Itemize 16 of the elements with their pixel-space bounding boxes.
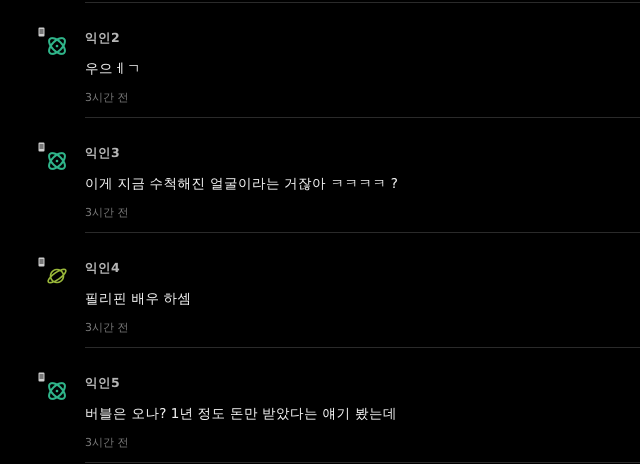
phone-icon — [38, 257, 45, 267]
comment-time: 3시간 전 — [85, 435, 130, 451]
author-name: 익인3 — [85, 144, 121, 162]
comment-text: 버블은 오나? 1년 정도 돈만 받았다는 얘기 봤는데 — [85, 405, 398, 424]
comment-time: 3시간 전 — [85, 90, 130, 106]
author-name: 익인2 — [85, 29, 121, 47]
phone-icon — [38, 27, 45, 37]
comment-text: 우으ㅔㄱ — [85, 60, 142, 79]
comment-time: 3시간 전 — [85, 320, 130, 336]
author-name: 익인5 — [85, 374, 121, 392]
comment-text: 필리핀 배우 하셈 — [85, 290, 193, 309]
phone-icon — [38, 142, 45, 152]
comment-text: 이게 지금 수척해진 얼굴이라는 거잖아 ㅋㅋㅋㅋ ? — [85, 175, 399, 194]
comment-time: 3시간 전 — [85, 205, 130, 221]
phone-icon — [38, 372, 45, 382]
author-name: 익인4 — [85, 259, 121, 277]
